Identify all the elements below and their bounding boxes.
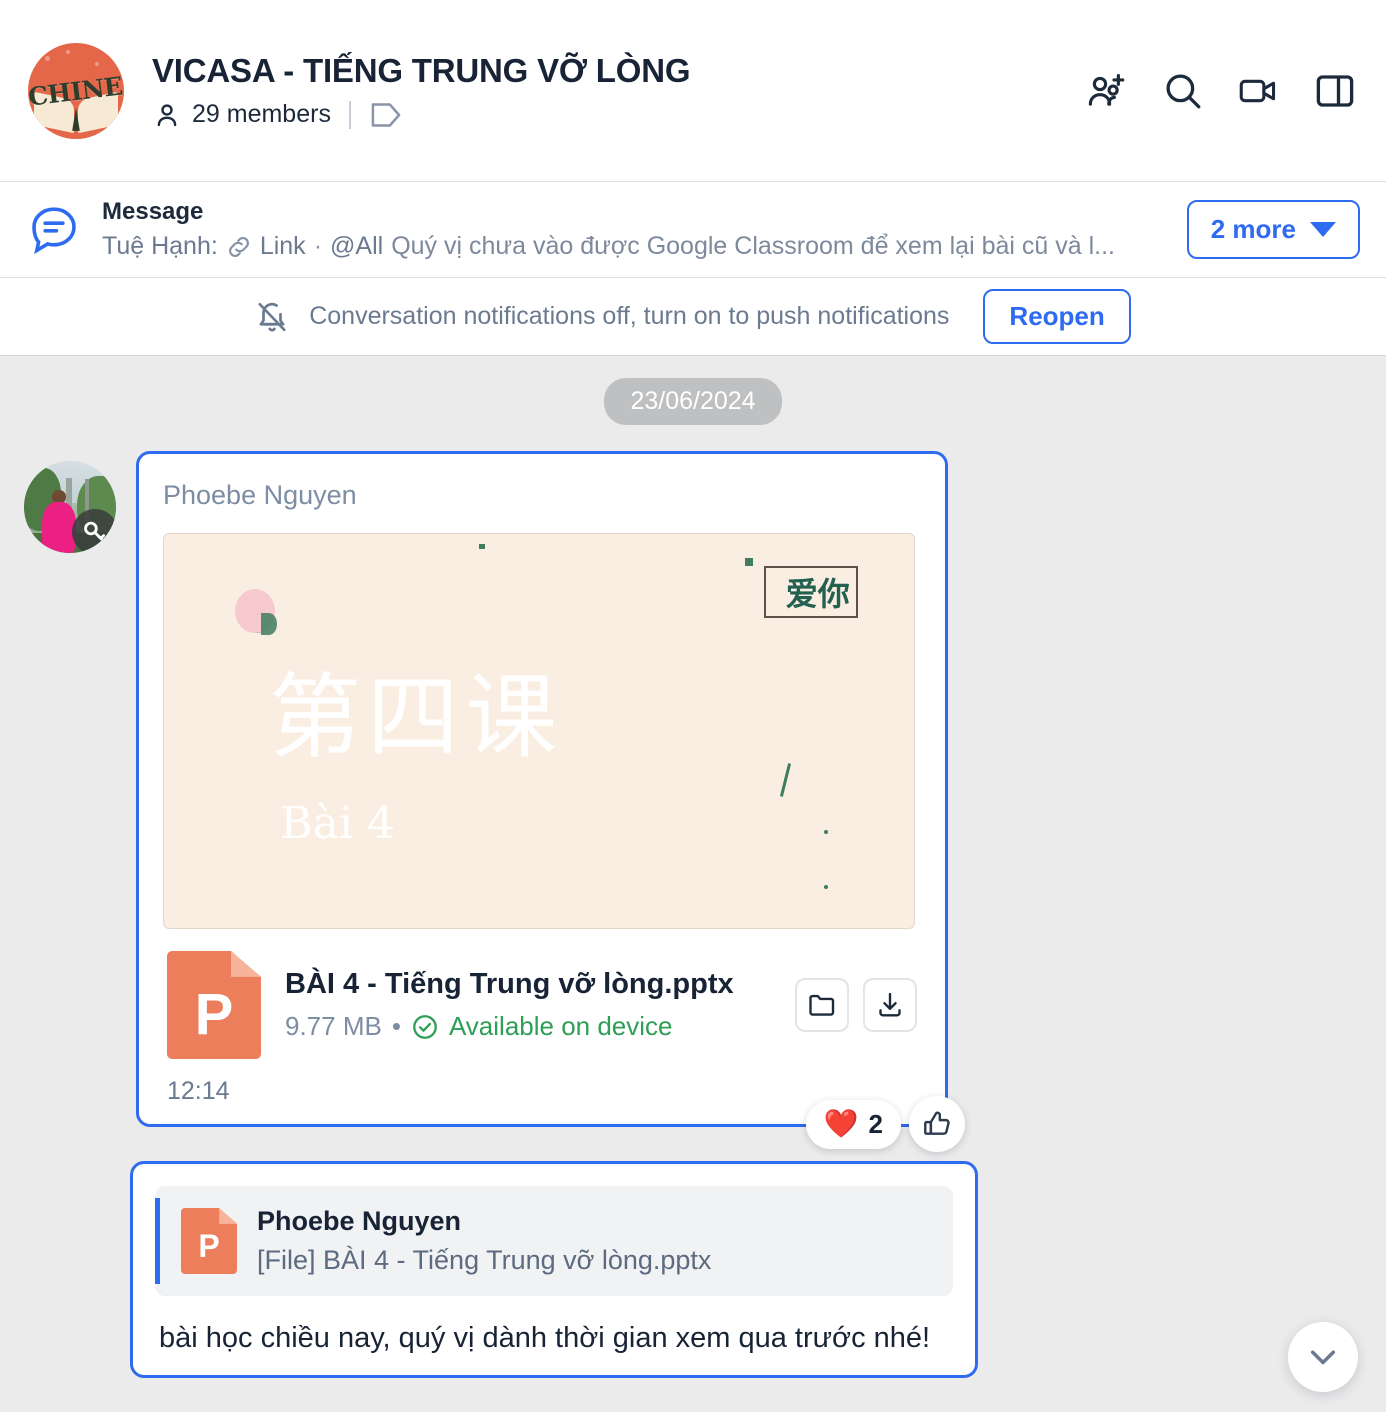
avatar-person xyxy=(42,502,76,553)
download-button[interactable] xyxy=(863,978,917,1032)
add-member-icon[interactable] xyxy=(1086,70,1128,112)
scroll-to-bottom-button[interactable] xyxy=(1288,1322,1358,1392)
file-subline: 9.77 MB • Available on device xyxy=(285,1011,795,1042)
quoted-message[interactable]: P Phoebe Nguyen [File] BÀI 4 - Tiếng Tru… xyxy=(155,1186,953,1296)
conversation-header: CHINESE VICASA - TIẾNG TRUNG VỠ LÒNG 29 … xyxy=(0,0,1386,182)
video-call-icon[interactable] xyxy=(1238,70,1280,112)
decor-mark xyxy=(779,762,791,797)
pinned-author: Tuệ Hạnh: xyxy=(102,232,218,260)
quote-file-label: [File] BÀI 4 - Tiếng Trung vỡ lòng.pptx xyxy=(257,1245,712,1275)
header-actions xyxy=(1086,70,1356,112)
message-bubble[interactable]: Phoebe Nguyen 爱你 第四课 Bài 4 P BÀI 4 - Tiế… xyxy=(136,451,965,1152)
heart-icon: ❤️ xyxy=(823,1108,859,1139)
quote-accent-bar xyxy=(155,1198,160,1284)
file-icon-letter: P xyxy=(194,981,234,1047)
file-separator: • xyxy=(391,1011,401,1041)
file-actions xyxy=(795,978,917,1032)
file-name: BÀI 4 - Tiếng Trung vỡ lòng.pptx xyxy=(285,968,734,1000)
file-size: 9.77 MB xyxy=(285,1011,382,1041)
check-circle-icon xyxy=(413,1014,437,1039)
file-meta: BÀI 4 - Tiếng Trung vỡ lòng.pptx 9.77 MB… xyxy=(285,968,795,1042)
header-divider xyxy=(348,100,351,129)
chat-app-window: CHINESE VICASA - TIẾNG TRUNG VỠ LÒNG 29 … xyxy=(0,0,1386,1412)
pinned-more-label: 2 more xyxy=(1210,214,1296,244)
folder-button[interactable] xyxy=(795,978,849,1032)
pinned-message-icon xyxy=(32,206,76,254)
pinned-message-bar[interactable]: Message Tuệ Hạnh: Link · @All Quý vị chư… xyxy=(0,182,1386,278)
message-bubble[interactable]: P Phoebe Nguyen [File] BÀI 4 - Tiếng Tru… xyxy=(130,1161,978,1378)
chat-message-list[interactable]: 23/06/2024 Phoebe Nguyen 爱你 第四课 Bài 4 P … xyxy=(0,356,1386,1412)
pinned-title: Message xyxy=(102,198,204,225)
message-row: P Phoebe Nguyen [File] BÀI 4 - Tiếng Tru… xyxy=(0,1161,1386,1378)
tag-icon[interactable] xyxy=(369,100,403,130)
person-icon xyxy=(157,103,177,126)
pinned-link-label: Link xyxy=(259,232,306,260)
notification-text: Conversation notifications off, turn on … xyxy=(309,302,950,330)
decor-speck xyxy=(66,50,71,55)
folder-icon xyxy=(809,994,835,1016)
slide-corner-box: 爱你 xyxy=(763,565,858,618)
file-icon-letter: P xyxy=(198,1227,220,1264)
conversation-avatar[interactable]: CHINESE xyxy=(28,42,124,139)
member-count: 29 members xyxy=(192,100,331,128)
powerpoint-file-icon: P xyxy=(181,1208,237,1274)
date-chip: 23/06/2024 xyxy=(604,378,782,425)
slide-chinese-title: 第四课 xyxy=(269,663,564,771)
message-row: Phoebe Nguyen 爱你 第四课 Bài 4 P BÀI 4 - Tiế… xyxy=(0,451,1386,1152)
file-attachment[interactable]: P BÀI 4 - Tiếng Trung vỡ lòng.pptx 9.77 … xyxy=(163,951,921,1059)
pinned-separator: · xyxy=(313,232,323,260)
chevron-down-icon xyxy=(1310,222,1336,237)
decor-mark xyxy=(479,543,485,549)
reaction-heart[interactable]: ❤️ 2 xyxy=(805,1099,901,1149)
decor-speck xyxy=(45,55,51,61)
key-glyph xyxy=(84,521,106,544)
decor-speck xyxy=(95,61,100,66)
quote-sender: Phoebe Nguyen xyxy=(257,1206,462,1236)
avatar[interactable] xyxy=(24,461,116,553)
date-separator: 23/06/2024 xyxy=(0,378,1386,425)
key-icon xyxy=(72,509,116,553)
reopen-button[interactable]: Reopen xyxy=(983,289,1131,344)
decor-mark xyxy=(744,557,753,566)
quick-react-button[interactable] xyxy=(909,1096,965,1152)
pinned-content: Message Tuệ Hạnh: Link · @All Quý vị chư… xyxy=(102,198,1167,261)
thumbs-up-icon xyxy=(924,1111,950,1135)
pinned-mention: @All xyxy=(330,232,384,260)
slide-corner-text: 爱你 xyxy=(785,574,850,613)
pinned-more-button[interactable]: 2 more xyxy=(1186,200,1360,259)
link-icon xyxy=(228,236,249,257)
chevron-down-icon xyxy=(1310,1350,1336,1365)
message-reactions: ❤️ 2 xyxy=(805,1096,965,1152)
notification-bar: Conversation notifications off, turn on … xyxy=(0,278,1386,356)
file-status: Available on device xyxy=(448,1011,673,1041)
decor-mark xyxy=(823,884,828,889)
bell-off-icon xyxy=(258,302,286,331)
slide-vietnamese-title: Bài 4 xyxy=(280,797,395,849)
search-icon[interactable] xyxy=(1162,70,1204,112)
split-panel-icon[interactable] xyxy=(1314,70,1356,112)
decor-circle xyxy=(235,589,278,636)
pinned-preview-line: Tuệ Hạnh: Link · @All Quý vị chưa vào đư… xyxy=(102,232,1167,261)
decor-mark xyxy=(823,829,828,834)
message-sender: Phoebe Nguyen xyxy=(163,480,357,510)
header-text-block: VICASA - TIẾNG TRUNG VỠ LÒNG 29 members xyxy=(152,52,1086,130)
conversation-title: VICASA - TIẾNG TRUNG VỠ LÒNG xyxy=(152,51,691,89)
message-text: bài học chiều nay, quý vị dành thời gian… xyxy=(159,1322,931,1354)
powerpoint-file-icon: P xyxy=(167,951,261,1059)
download-icon xyxy=(879,992,901,1017)
pinned-preview-text: Quý vị chưa vào được Google Classroom để… xyxy=(391,232,1115,260)
reaction-count: 2 xyxy=(868,1108,883,1139)
file-preview-image[interactable]: 爱你 第四课 Bài 4 xyxy=(163,533,915,929)
conversation-subtitle: 29 members xyxy=(152,100,1086,130)
quote-text-block: Phoebe Nguyen [File] BÀI 4 - Tiếng Trung… xyxy=(257,1206,711,1276)
